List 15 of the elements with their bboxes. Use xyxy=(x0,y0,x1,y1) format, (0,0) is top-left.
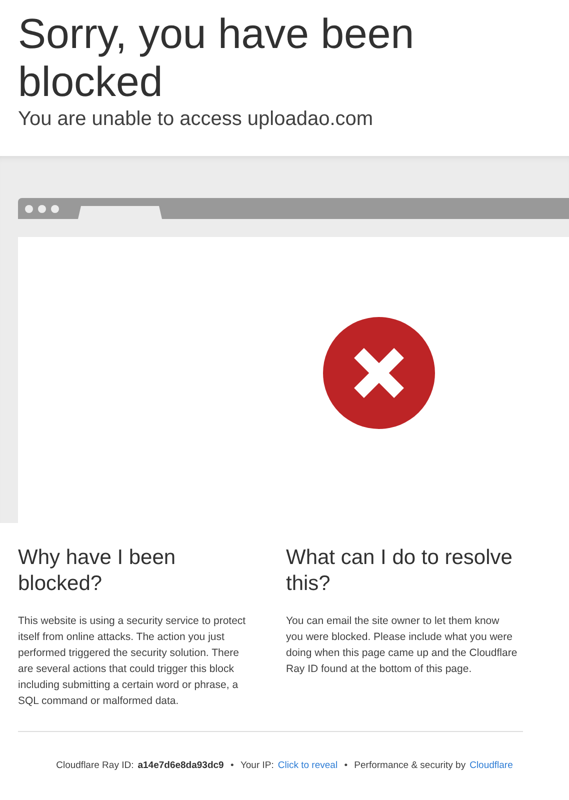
error-cross-icon xyxy=(322,317,434,429)
section-text: This website is using a security service to protect itself from online attacks. The action you just performed triggered the security solution. There are several actions that could trigger this block including submitting a certain word or phrase, a SQL command or malformed data. xyxy=(18,614,247,709)
cloudflare-link[interactable]: Cloudflare xyxy=(470,760,513,771)
section-text: You can email the site owner to let them know you were blocked. Please include what you were doing when this page came up and the Cloudflare Ray ID found at the bottom of this page. xyxy=(286,614,518,677)
page-subtitle: You are unable to access uploadao.com xyxy=(18,107,374,132)
ip-label: Your IP: xyxy=(240,760,274,771)
page-title: Sorry, you have been blocked xyxy=(18,10,416,106)
ray-id-value: a14e7d6e8da93dc9 xyxy=(138,760,224,771)
section-heading: Why have I been blocked? xyxy=(18,545,177,597)
separator: • xyxy=(343,760,349,771)
separator: • xyxy=(229,760,235,771)
ray-id-label: Cloudflare Ray ID: xyxy=(56,760,134,771)
section-heading: What can I do to resolve this? xyxy=(286,545,514,597)
performance-label: Performance & security by xyxy=(354,760,466,771)
reveal-ip-link[interactable]: Click to reveal xyxy=(278,760,338,771)
